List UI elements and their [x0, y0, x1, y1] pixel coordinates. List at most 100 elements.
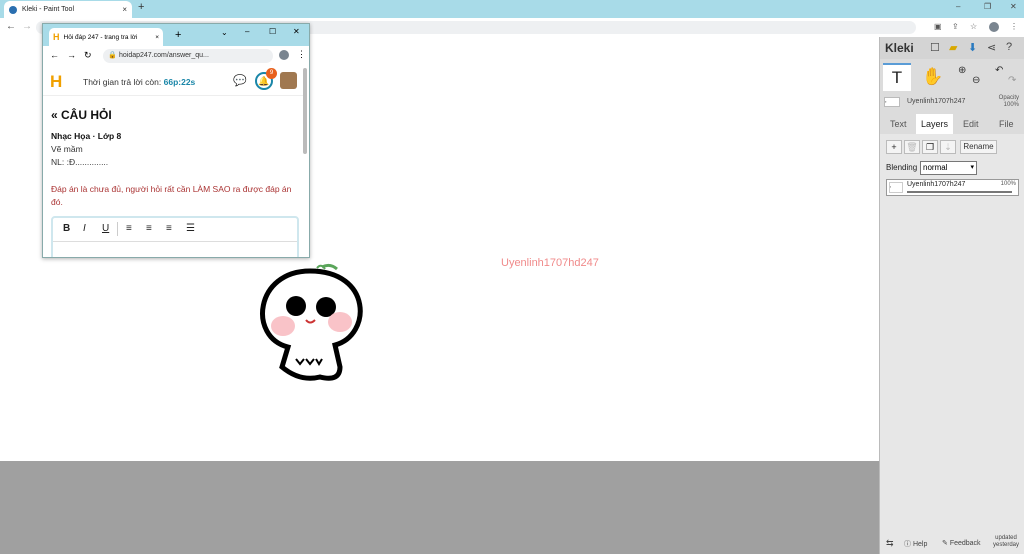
layers-panel: + 🗑 ❐ ⇣ Rename Blending normal ▾ , Uyenli… — [880, 134, 1024, 554]
lock-icon: 🔒 — [108, 52, 117, 59]
open-folder-icon[interactable]: ▰ — [949, 41, 957, 54]
browser-menu-icon[interactable]: ⋮ — [1010, 22, 1018, 31]
undo-icon[interactable]: ↶ — [995, 65, 1003, 76]
question-title: « CÂU HỎI — [51, 108, 112, 122]
kleki-favicon-icon — [9, 5, 17, 14]
hoidap-favicon-icon: H — [53, 32, 60, 42]
popup-new-tab-button[interactable]: + — [175, 29, 181, 41]
hoidap-logo[interactable]: H — [50, 72, 62, 92]
popup-address-bar[interactable]: 🔒 hoidap247.com/answer_qu... — [103, 49, 273, 63]
tab-file[interactable]: File — [994, 114, 1019, 134]
maximize-button[interactable]: ❐ — [984, 2, 991, 11]
back-button[interactable]: ← — [6, 21, 16, 32]
tab-text[interactable]: Text — [885, 114, 912, 134]
editor-divider — [117, 222, 118, 236]
timer-label: Thời gian trả lời còn: — [83, 77, 162, 87]
editor-toolbar: B I U ≡ ≡ ≡ ☰ — [53, 218, 297, 242]
translate-icon[interactable]: ▣ — [934, 22, 942, 31]
layer-item[interactable]: , Uyenlinh1707h247 100% — [886, 179, 1019, 196]
popup-tab-title: Hỏi đáp 247 - trang tra lời — [63, 33, 138, 41]
popup-minimize-button[interactable]: – — [245, 27, 249, 36]
tab-close-icon[interactable]: × — [122, 5, 127, 14]
question-subject: Nhạc Họa · Lớp 8 — [51, 131, 122, 141]
browser-tab[interactable]: Kleki - Paint Tool × — [4, 1, 132, 18]
bold-button[interactable]: B — [63, 223, 70, 234]
blending-value: normal — [923, 163, 948, 172]
share-icon[interactable]: ⋖ — [987, 41, 996, 54]
bookmark-star-icon[interactable]: ☆ — [970, 22, 977, 31]
duplicate-layer-button[interactable]: ❐ — [922, 140, 938, 154]
hand-tool-icon[interactable]: ✋ — [919, 63, 947, 91]
answer-editor[interactable]: B I U ≡ ≡ ≡ ☰ — [51, 216, 299, 257]
answer-timer: Thời gian trả lời còn: 66p:22s — [83, 77, 195, 87]
kleki-top-bar: Kleki ☐ ▰ ⬇ ⋖ ? — [880, 37, 1024, 59]
notification-badge: 9 — [266, 68, 277, 79]
opacity-label: Opacity — [998, 95, 1019, 101]
popup-forward-button[interactable]: → — [67, 50, 76, 60]
tab-edit[interactable]: Edit — [958, 114, 984, 134]
kleki-footer: ⇆ ⓘ Help ✎ Feedback updated yesterday — [880, 534, 1024, 554]
popup-tab[interactable]: H Hỏi đáp 247 - trang tra lời × — [49, 28, 163, 46]
blending-label: Blending — [886, 163, 918, 172]
canvas-text-watermark: Uyenlinh1707hd247 — [501, 257, 599, 269]
help-icon[interactable]: ? — [1006, 41, 1012, 53]
rename-layer-button[interactable]: Rename — [960, 140, 997, 154]
timer-value: 66p:22s — [163, 77, 196, 87]
browser-tab-title: Kleki - Paint Tool — [22, 6, 75, 13]
popup-reload-icon[interactable]: ↻ — [84, 50, 92, 61]
redo-icon[interactable]: ↷ — [1008, 75, 1016, 86]
delete-layer-button[interactable]: 🗑 — [904, 140, 920, 154]
popup-tab-strip: H Hỏi đáp 247 - trang tra lời × + ⌄ – ☐ … — [43, 24, 309, 46]
align-center-icon[interactable]: ≡ — [146, 223, 152, 234]
question-line-2: NL: :Đ.............. — [51, 157, 109, 167]
popup-profile-avatar[interactable] — [279, 50, 289, 60]
opacity-readout: Opacity 100% — [999, 95, 1019, 109]
popup-maximize-button[interactable]: ☐ — [269, 27, 276, 36]
feedback-link[interactable]: ✎ Feedback — [942, 539, 981, 547]
layer-opacity-slider[interactable] — [907, 191, 1012, 193]
text-tool-icon[interactable]: T — [883, 63, 911, 91]
new-image-icon[interactable]: ☐ — [930, 41, 940, 54]
align-left-icon[interactable]: ≡ — [126, 223, 132, 234]
merge-layer-button[interactable]: ⇣ — [940, 140, 956, 154]
layer-opacity: 100% — [1000, 181, 1016, 187]
brush-name: Uyenlinh1707h247 — [907, 98, 966, 105]
italic-button[interactable]: I — [83, 223, 86, 234]
kleki-logo: Kleki — [885, 41, 914, 55]
zoom-out-icon[interactable]: ⊖ — [972, 75, 980, 86]
popup-scrollbar[interactable] — [303, 68, 307, 154]
kleki-tool-row: T ✋ ⊕ ⊖ ↶ ↷ — [880, 59, 1024, 93]
new-tab-button[interactable]: + — [138, 1, 144, 13]
help-link[interactable]: ⓘ Help — [904, 539, 927, 549]
close-window-button[interactable]: ✕ — [1010, 2, 1017, 11]
underline-button[interactable]: U — [102, 223, 109, 234]
download-icon[interactable]: ⬇ — [968, 41, 977, 54]
profile-avatar[interactable] — [989, 22, 999, 32]
popup-close-button[interactable]: ✕ — [293, 27, 300, 36]
popup-dropdown-icon[interactable]: ⌄ — [221, 28, 228, 37]
updated-note: updated yesterday — [992, 535, 1019, 548]
add-layer-button[interactable]: + — [886, 140, 902, 154]
tab-layers[interactable]: Layers — [916, 114, 954, 134]
popup-tab-close-icon[interactable]: × — [155, 34, 159, 41]
popup-toolbar: ← → ↻ 🔒 hoidap247.com/answer_qu... ⋮ — [43, 46, 309, 66]
kleki-side-panel: Kleki ☐ ▰ ⬇ ⋖ ? T ✋ ⊕ ⊖ ↶ ↷ , Uyenlinh17… — [879, 37, 1024, 554]
popup-address-text: hoidap247.com/answer_qu... — [119, 52, 209, 59]
minimize-button[interactable]: – — [956, 2, 960, 11]
align-justify-icon[interactable]: ☰ — [186, 223, 195, 234]
popup-menu-icon[interactable]: ⋮ — [297, 49, 306, 60]
blending-select[interactable]: normal ▾ — [920, 161, 977, 175]
share-icon[interactable]: ⇪ — [952, 22, 959, 31]
chevron-down-icon: ▾ — [970, 164, 974, 171]
brush-preview: , — [884, 97, 900, 107]
browser-tab-strip: Kleki - Paint Tool × + – ❐ ✕ — [0, 0, 1024, 18]
forward-button[interactable]: → — [22, 21, 32, 32]
zoom-in-icon[interactable]: ⊕ — [958, 65, 966, 76]
swap-icon[interactable]: ⇆ — [886, 538, 894, 549]
chat-icon[interactable]: 💬 — [233, 74, 247, 87]
popup-back-button[interactable]: ← — [50, 50, 59, 60]
align-right-icon[interactable]: ≡ — [166, 223, 172, 234]
canvas-background — [0, 461, 879, 554]
user-avatar[interactable] — [280, 72, 297, 89]
question-line-1: Vẽ mầm — [51, 144, 83, 154]
